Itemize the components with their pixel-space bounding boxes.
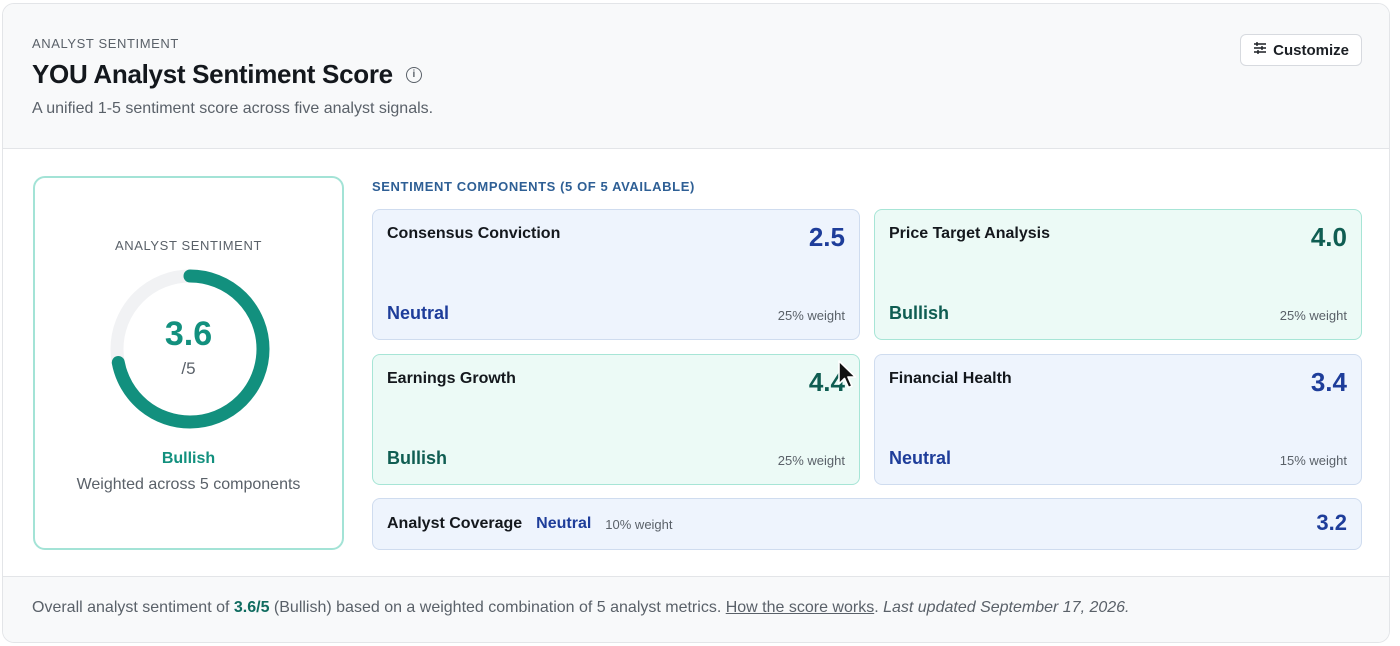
component-score: 4.0 [1310, 222, 1347, 252]
info-icon[interactable]: i [405, 66, 422, 83]
page-title: YOU Analyst Sentiment Score [32, 59, 393, 89]
title-row: YOU Analyst Sentiment Score i [32, 59, 422, 90]
overall-score-card: ANALYST SENTIMENT 3.6 /5 Bullish Weighte… [33, 176, 344, 550]
gauge-sentiment-label: Bullish [161, 450, 216, 467]
gauge-value: 3.6 [164, 315, 213, 353]
last-updated: Last updated September 17, 2026. [883, 599, 1130, 616]
footer-middle: (Bullish) based on a weighted combinatio… [269, 599, 726, 616]
component-score: 3.2 [1316, 510, 1347, 535]
component-card-earnings-growth[interactable]: Earnings Growth 4.4 Bullish 25% weight [372, 354, 860, 485]
component-card-price-target-analysis[interactable]: Price Target Analysis 4.0 Bullish 25% we… [874, 209, 1362, 340]
analyst-sentiment-card: ANALYST SENTIMENT YOU Analyst Sentiment … [2, 3, 1390, 643]
gauge-max: /5 [181, 359, 196, 378]
card-header: ANALYST SENTIMENT YOU Analyst Sentiment … [3, 4, 1389, 149]
component-weight: 25% weight [777, 453, 845, 468]
component-weight: 10% weight [605, 516, 673, 532]
component-name: Price Target Analysis [889, 225, 1050, 242]
header-subtitle: A unified 1-5 sentiment score across fiv… [32, 100, 434, 117]
sliders-icon [1253, 41, 1267, 59]
components-title: SENTIMENT COMPONENTS (5 OF 5 AVAILABLE) [372, 179, 695, 194]
component-name: Financial Health [889, 370, 1012, 387]
component-sentiment: Bullish [889, 303, 950, 323]
footer-prefix: Overall analyst sentiment of [32, 599, 234, 616]
component-card-analyst-coverage[interactable]: Analyst Coverage Neutral 10% weight 3.2 [372, 498, 1362, 550]
component-weight: 25% weight [777, 308, 845, 323]
footer-score: 3.6/5 [233, 599, 270, 616]
component-card-financial-health[interactable]: Financial Health 3.4 Neutral 15% weight [874, 354, 1362, 485]
component-sentiment: Bullish [387, 448, 448, 468]
gauge-eyebrow: ANALYST SENTIMENT [115, 238, 262, 253]
customize-button[interactable]: Customize [1240, 34, 1362, 66]
component-name: Analyst Coverage [387, 515, 523, 532]
component-weight: 25% weight [1279, 308, 1347, 323]
customize-label: Customize [1273, 41, 1349, 59]
component-weight: 15% weight [1279, 453, 1347, 468]
how-score-works-link[interactable]: How the score works [726, 599, 875, 616]
component-score: 3.4 [1310, 367, 1347, 397]
gauge-subtext: Weighted across 5 components [76, 476, 301, 493]
component-sentiment: Neutral [387, 303, 450, 323]
component-name: Consensus Conviction [387, 225, 561, 242]
footer-dot: . [874, 599, 884, 616]
card-footer: Overall analyst sentiment of 3.6/5 (Bull… [3, 576, 1389, 642]
component-sentiment: Neutral [536, 515, 592, 532]
component-card-consensus-conviction[interactable]: Consensus Conviction 2.5 Neutral 25% wei… [372, 209, 860, 340]
component-sentiment: Neutral [889, 448, 952, 468]
component-score: 2.5 [808, 222, 845, 252]
component-name: Earnings Growth [387, 370, 516, 387]
header-eyebrow: ANALYST SENTIMENT [32, 36, 179, 51]
mouse-cursor-icon [838, 360, 857, 389]
footer-summary: Overall analyst sentiment of 3.6/5 (Bull… [32, 599, 1130, 617]
